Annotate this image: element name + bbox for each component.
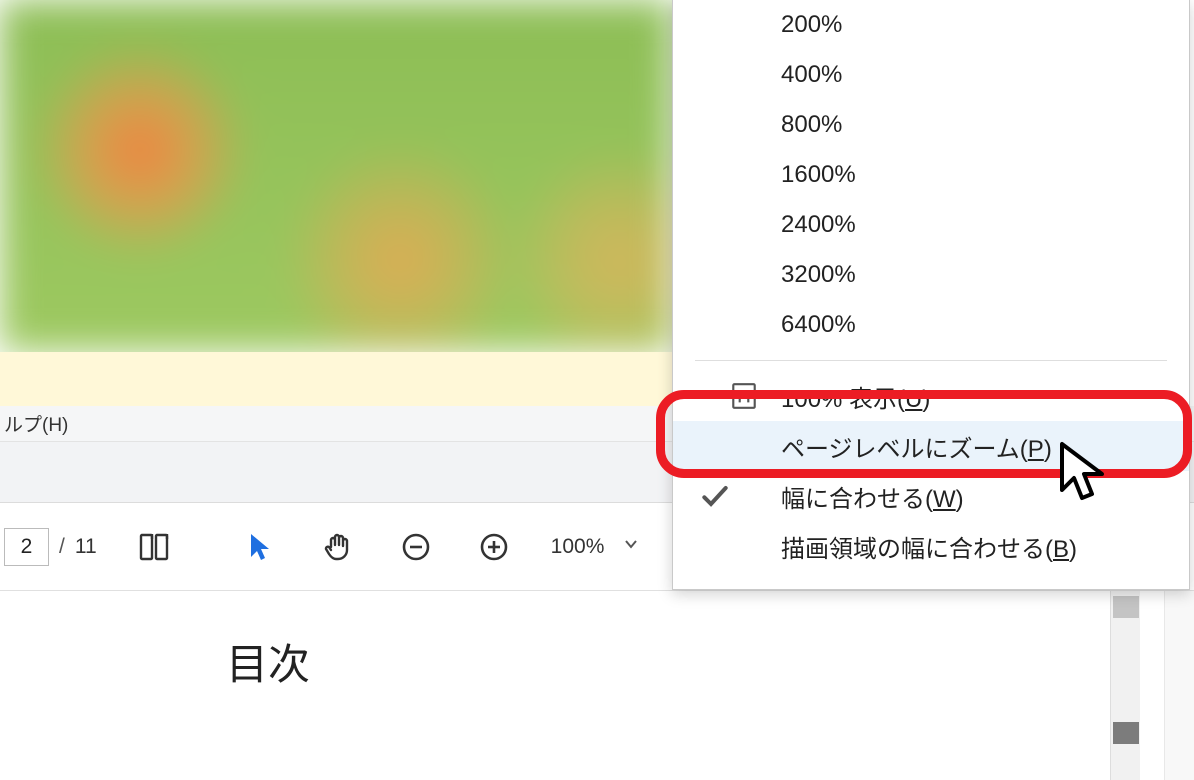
zoom-fit-visible[interactable]: 描画領域の幅に合わせる(B) — [673, 521, 1189, 571]
document-view[interactable]: 目次 — [0, 591, 1110, 780]
page-total: 11 — [75, 535, 97, 559]
page-number-input[interactable] — [4, 528, 49, 566]
select-tool-icon[interactable] — [239, 526, 281, 568]
zoom-in-icon[interactable] — [473, 526, 515, 568]
menu-help[interactable]: ルプ(H) — [4, 410, 68, 437]
zoom-fit-width-label: 幅に合わせる(W) — [781, 479, 964, 514]
menu-separator — [695, 360, 1167, 361]
zoom-fit-width[interactable]: 幅に合わせる(W) — [673, 471, 1189, 521]
zoom-option-3200[interactable]: 3200% — [673, 250, 1189, 300]
vertical-scrollbar[interactable] — [1110, 591, 1140, 780]
zoom-actual-size-label: 100% 表示(U) — [781, 379, 930, 414]
zoom-out-icon[interactable] — [395, 526, 437, 568]
zoom-fit-visible-label: 描画領域の幅に合わせる(B) — [781, 529, 1077, 564]
scrollbar-thumb[interactable] — [1113, 722, 1139, 744]
zoom-actual-size[interactable]: 100% 表示(U) — [673, 371, 1189, 421]
page-view-icon[interactable] — [133, 526, 175, 568]
hand-tool-icon[interactable] — [317, 526, 359, 568]
document-heading: 目次 — [226, 631, 310, 692]
right-gutter — [1164, 591, 1194, 780]
zoom-fit-page[interactable]: ページレベルにズーム(P) — [673, 421, 1189, 471]
background-image — [0, 0, 673, 352]
zoom-dropdown-menu: 200% 400% 800% 1600% 2400% 3200% 6400% 1… — [672, 0, 1190, 590]
zoom-level[interactable]: 100% — [551, 535, 605, 559]
page-separator: / — [59, 535, 65, 559]
zoom-option-400[interactable]: 400% — [673, 50, 1189, 100]
checkmark-icon — [699, 480, 731, 512]
zoom-option-2400[interactable]: 2400% — [673, 200, 1189, 250]
zoom-fit-page-label: ページレベルにズーム(P) — [781, 429, 1052, 464]
actual-size-icon — [729, 381, 759, 411]
zoom-option-800[interactable]: 800% — [673, 100, 1189, 150]
zoom-option-6400[interactable]: 6400% — [673, 300, 1189, 350]
image-caption-band — [0, 352, 673, 406]
zoom-option-200[interactable]: 200% — [673, 0, 1189, 50]
zoom-dropdown-caret-icon[interactable] — [624, 537, 638, 556]
scrollbar-thumb-top[interactable] — [1113, 596, 1139, 618]
zoom-option-1600[interactable]: 1600% — [673, 150, 1189, 200]
